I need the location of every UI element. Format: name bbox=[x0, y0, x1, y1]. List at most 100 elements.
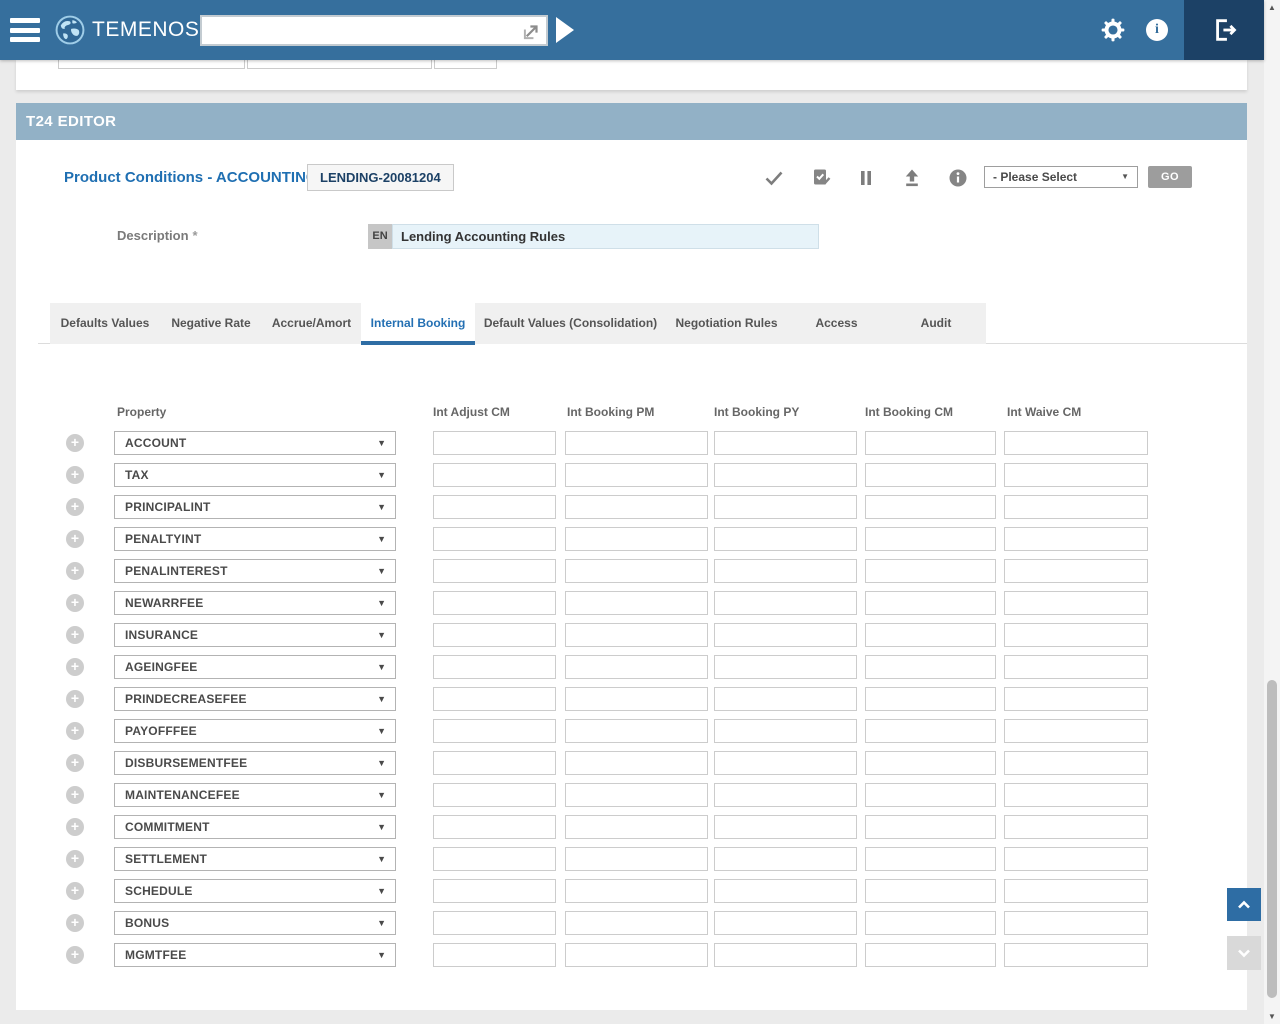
tab-accrue-amort[interactable]: Accrue/Amort bbox=[262, 303, 361, 344]
int-booking-cm-input[interactable] bbox=[865, 879, 996, 903]
property-select[interactable]: PENALINTEREST ▼ bbox=[114, 559, 396, 583]
int-booking-py-input[interactable] bbox=[714, 655, 857, 679]
int-booking-py-input[interactable] bbox=[714, 943, 857, 967]
int-booking-pm-input[interactable] bbox=[565, 687, 708, 711]
int-booking-cm-input[interactable] bbox=[865, 783, 996, 807]
property-select[interactable]: INSURANCE ▼ bbox=[114, 623, 396, 647]
gear-icon[interactable] bbox=[1100, 17, 1126, 43]
int-waive-cm-input[interactable] bbox=[1004, 879, 1148, 903]
int-booking-cm-input[interactable] bbox=[865, 495, 996, 519]
int-booking-py-input[interactable] bbox=[714, 495, 857, 519]
int-adjust-cm-input[interactable] bbox=[433, 559, 556, 583]
int-booking-py-input[interactable] bbox=[714, 591, 857, 615]
int-booking-pm-input[interactable] bbox=[565, 463, 708, 487]
property-select[interactable]: MAINTENANCEFEE ▼ bbox=[114, 783, 396, 807]
int-adjust-cm-input[interactable] bbox=[433, 655, 556, 679]
tab-audit[interactable]: Audit bbox=[886, 303, 986, 344]
int-booking-py-input[interactable] bbox=[714, 783, 857, 807]
add-value-button[interactable]: + bbox=[66, 946, 84, 964]
add-value-button[interactable]: + bbox=[66, 786, 84, 804]
scroll-to-top-button[interactable] bbox=[1227, 888, 1261, 921]
validate-icon[interactable] bbox=[809, 166, 833, 190]
int-booking-py-input[interactable] bbox=[714, 559, 857, 583]
int-adjust-cm-input[interactable] bbox=[433, 943, 556, 967]
int-booking-cm-input[interactable] bbox=[865, 527, 996, 551]
int-waive-cm-input[interactable] bbox=[1004, 655, 1148, 679]
int-adjust-cm-input[interactable] bbox=[433, 623, 556, 647]
int-adjust-cm-input[interactable] bbox=[433, 879, 556, 903]
int-booking-pm-input[interactable] bbox=[565, 783, 708, 807]
add-value-button[interactable]: + bbox=[66, 722, 84, 740]
int-waive-cm-input[interactable] bbox=[1004, 559, 1148, 583]
int-waive-cm-input[interactable] bbox=[1004, 751, 1148, 775]
scrollbar-down-arrow-icon[interactable]: ▼ bbox=[1264, 1012, 1280, 1021]
int-adjust-cm-input[interactable] bbox=[433, 815, 556, 839]
int-waive-cm-input[interactable] bbox=[1004, 623, 1148, 647]
upload-icon[interactable] bbox=[900, 166, 924, 190]
add-value-button[interactable]: + bbox=[66, 658, 84, 676]
property-select[interactable]: BONUS ▼ bbox=[114, 911, 396, 935]
int-adjust-cm-input[interactable] bbox=[433, 527, 556, 551]
tab-default-values-consolidation[interactable]: Default Values (Consolidation) bbox=[475, 303, 666, 344]
add-value-button[interactable]: + bbox=[66, 626, 84, 644]
int-booking-py-input[interactable] bbox=[714, 527, 857, 551]
property-select[interactable]: NEWARRFEE ▼ bbox=[114, 591, 396, 615]
int-booking-pm-input[interactable] bbox=[565, 943, 708, 967]
int-booking-py-input[interactable] bbox=[714, 431, 857, 455]
property-select[interactable]: DISBURSEMENTFEE ▼ bbox=[114, 751, 396, 775]
int-booking-py-input[interactable] bbox=[714, 815, 857, 839]
int-waive-cm-input[interactable] bbox=[1004, 911, 1148, 935]
tab-negotiation-rules[interactable]: Negotiation Rules bbox=[666, 303, 787, 344]
int-waive-cm-input[interactable] bbox=[1004, 943, 1148, 967]
sign-out-button[interactable] bbox=[1184, 0, 1264, 60]
property-select[interactable]: PRINDECREASEFEE ▼ bbox=[114, 687, 396, 711]
int-waive-cm-input[interactable] bbox=[1004, 687, 1148, 711]
scrollbar-thumb[interactable] bbox=[1267, 680, 1277, 998]
scroll-to-bottom-button[interactable] bbox=[1227, 936, 1261, 970]
int-booking-pm-input[interactable] bbox=[565, 879, 708, 903]
add-value-button[interactable]: + bbox=[66, 818, 84, 836]
int-waive-cm-input[interactable] bbox=[1004, 719, 1148, 743]
int-adjust-cm-input[interactable] bbox=[433, 911, 556, 935]
int-booking-cm-input[interactable] bbox=[865, 751, 996, 775]
submit-arrow-icon[interactable] bbox=[520, 21, 542, 48]
int-booking-py-input[interactable] bbox=[714, 623, 857, 647]
int-booking-py-input[interactable] bbox=[714, 719, 857, 743]
property-select[interactable]: PAYOFFFEE ▼ bbox=[114, 719, 396, 743]
add-value-button[interactable]: + bbox=[66, 914, 84, 932]
int-adjust-cm-input[interactable] bbox=[433, 431, 556, 455]
property-select[interactable]: PRINCIPALINT ▼ bbox=[114, 495, 396, 519]
int-booking-pm-input[interactable] bbox=[565, 911, 708, 935]
int-adjust-cm-input[interactable] bbox=[433, 719, 556, 743]
hamburger-menu-icon[interactable] bbox=[10, 18, 40, 42]
int-booking-py-input[interactable] bbox=[714, 751, 857, 775]
run-command-icon[interactable] bbox=[556, 17, 574, 43]
int-booking-py-input[interactable] bbox=[714, 879, 857, 903]
description-input[interactable] bbox=[392, 224, 819, 249]
add-value-button[interactable]: + bbox=[66, 690, 84, 708]
int-booking-py-input[interactable] bbox=[714, 847, 857, 871]
int-adjust-cm-input[interactable] bbox=[433, 495, 556, 519]
int-adjust-cm-input[interactable] bbox=[433, 847, 556, 871]
int-adjust-cm-input[interactable] bbox=[433, 783, 556, 807]
go-button[interactable]: GO bbox=[1148, 166, 1192, 188]
property-select[interactable]: MGMTFEE ▼ bbox=[114, 943, 396, 967]
int-booking-pm-input[interactable] bbox=[565, 527, 708, 551]
add-value-button[interactable]: + bbox=[66, 850, 84, 868]
int-booking-cm-input[interactable] bbox=[865, 719, 996, 743]
int-booking-cm-input[interactable] bbox=[865, 463, 996, 487]
int-waive-cm-input[interactable] bbox=[1004, 431, 1148, 455]
int-booking-pm-input[interactable] bbox=[565, 559, 708, 583]
tab-access[interactable]: Access bbox=[787, 303, 886, 344]
int-booking-cm-input[interactable] bbox=[865, 943, 996, 967]
tab-internal-booking[interactable]: Internal Booking bbox=[361, 303, 475, 344]
int-waive-cm-input[interactable] bbox=[1004, 495, 1148, 519]
property-select[interactable]: SCHEDULE ▼ bbox=[114, 879, 396, 903]
tab-negative-rate[interactable]: Negative Rate bbox=[160, 303, 262, 344]
add-value-button[interactable]: + bbox=[66, 594, 84, 612]
int-waive-cm-input[interactable] bbox=[1004, 591, 1148, 615]
int-booking-py-input[interactable] bbox=[714, 911, 857, 935]
property-select[interactable]: AGEINGFEE ▼ bbox=[114, 655, 396, 679]
info-icon[interactable]: i bbox=[1146, 19, 1168, 41]
property-select[interactable]: ACCOUNT ▼ bbox=[114, 431, 396, 455]
